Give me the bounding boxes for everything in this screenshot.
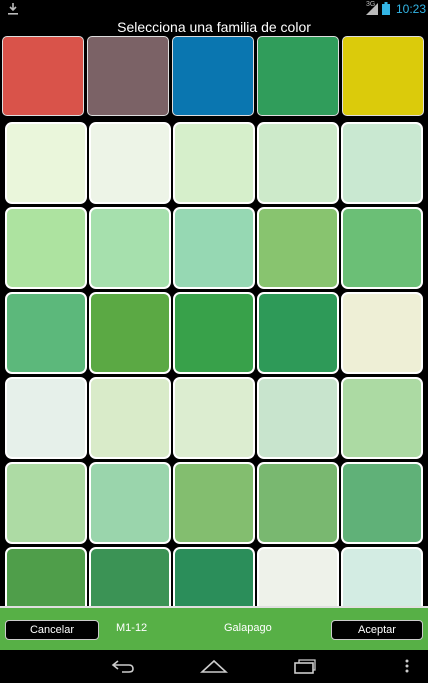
- color-swatch[interactable]: [341, 462, 423, 544]
- color-family-swatch[interactable]: [2, 36, 84, 116]
- color-swatch[interactable]: [5, 122, 87, 204]
- navigation-bar: [0, 650, 428, 683]
- color-swatch[interactable]: [173, 122, 255, 204]
- cancel-button[interactable]: Cancelar: [5, 620, 99, 640]
- color-swatch[interactable]: [89, 462, 171, 544]
- download-icon: [8, 3, 18, 15]
- color-swatch[interactable]: [341, 122, 423, 204]
- color-family-swatch[interactable]: [257, 36, 339, 116]
- color-swatch[interactable]: [173, 207, 255, 289]
- color-swatch[interactable]: [341, 547, 423, 606]
- dialog-title: Selecciona una familia de color: [117, 19, 311, 35]
- color-swatch-grid[interactable]: [0, 122, 428, 606]
- color-swatch[interactable]: [257, 462, 339, 544]
- color-swatch[interactable]: [257, 207, 339, 289]
- color-family-row: [0, 36, 428, 118]
- battery-icon: [382, 2, 390, 15]
- color-swatch[interactable]: [341, 377, 423, 459]
- selection-bar: Cancelar M1-12 Galapago Aceptar: [0, 606, 428, 650]
- accept-button[interactable]: Aceptar: [331, 620, 423, 640]
- color-swatch[interactable]: [5, 547, 87, 606]
- status-bar: 3G 10:23: [0, 0, 428, 18]
- color-swatch[interactable]: [341, 292, 423, 374]
- color-swatch[interactable]: [173, 377, 255, 459]
- color-swatch[interactable]: [89, 207, 171, 289]
- recent-apps-icon[interactable]: [293, 658, 317, 674]
- color-swatch[interactable]: [5, 207, 87, 289]
- home-icon[interactable]: [200, 658, 228, 674]
- menu-icon[interactable]: [404, 658, 410, 674]
- color-swatch[interactable]: [89, 547, 171, 606]
- color-swatch[interactable]: [5, 292, 87, 374]
- color-swatch[interactable]: [173, 292, 255, 374]
- color-swatch[interactable]: [89, 292, 171, 374]
- color-swatch[interactable]: [257, 547, 339, 606]
- color-swatch[interactable]: [341, 207, 423, 289]
- color-family-swatch[interactable]: [87, 36, 169, 116]
- color-swatch[interactable]: [173, 547, 255, 606]
- selected-color-name: Galapago: [224, 622, 272, 634]
- color-family-swatch[interactable]: [172, 36, 254, 116]
- color-swatch[interactable]: [5, 377, 87, 459]
- color-swatch[interactable]: [89, 377, 171, 459]
- clock: 10:23: [396, 2, 427, 16]
- selected-color-code: M1-12: [116, 622, 148, 634]
- color-swatch[interactable]: [173, 462, 255, 544]
- color-family-swatch[interactable]: [342, 36, 424, 116]
- color-swatch[interactable]: [257, 122, 339, 204]
- signal-icon: [366, 3, 378, 15]
- color-swatch[interactable]: [89, 122, 171, 204]
- back-icon[interactable]: [110, 658, 136, 674]
- color-swatch[interactable]: [5, 462, 87, 544]
- color-swatch[interactable]: [257, 377, 339, 459]
- color-swatch[interactable]: [257, 292, 339, 374]
